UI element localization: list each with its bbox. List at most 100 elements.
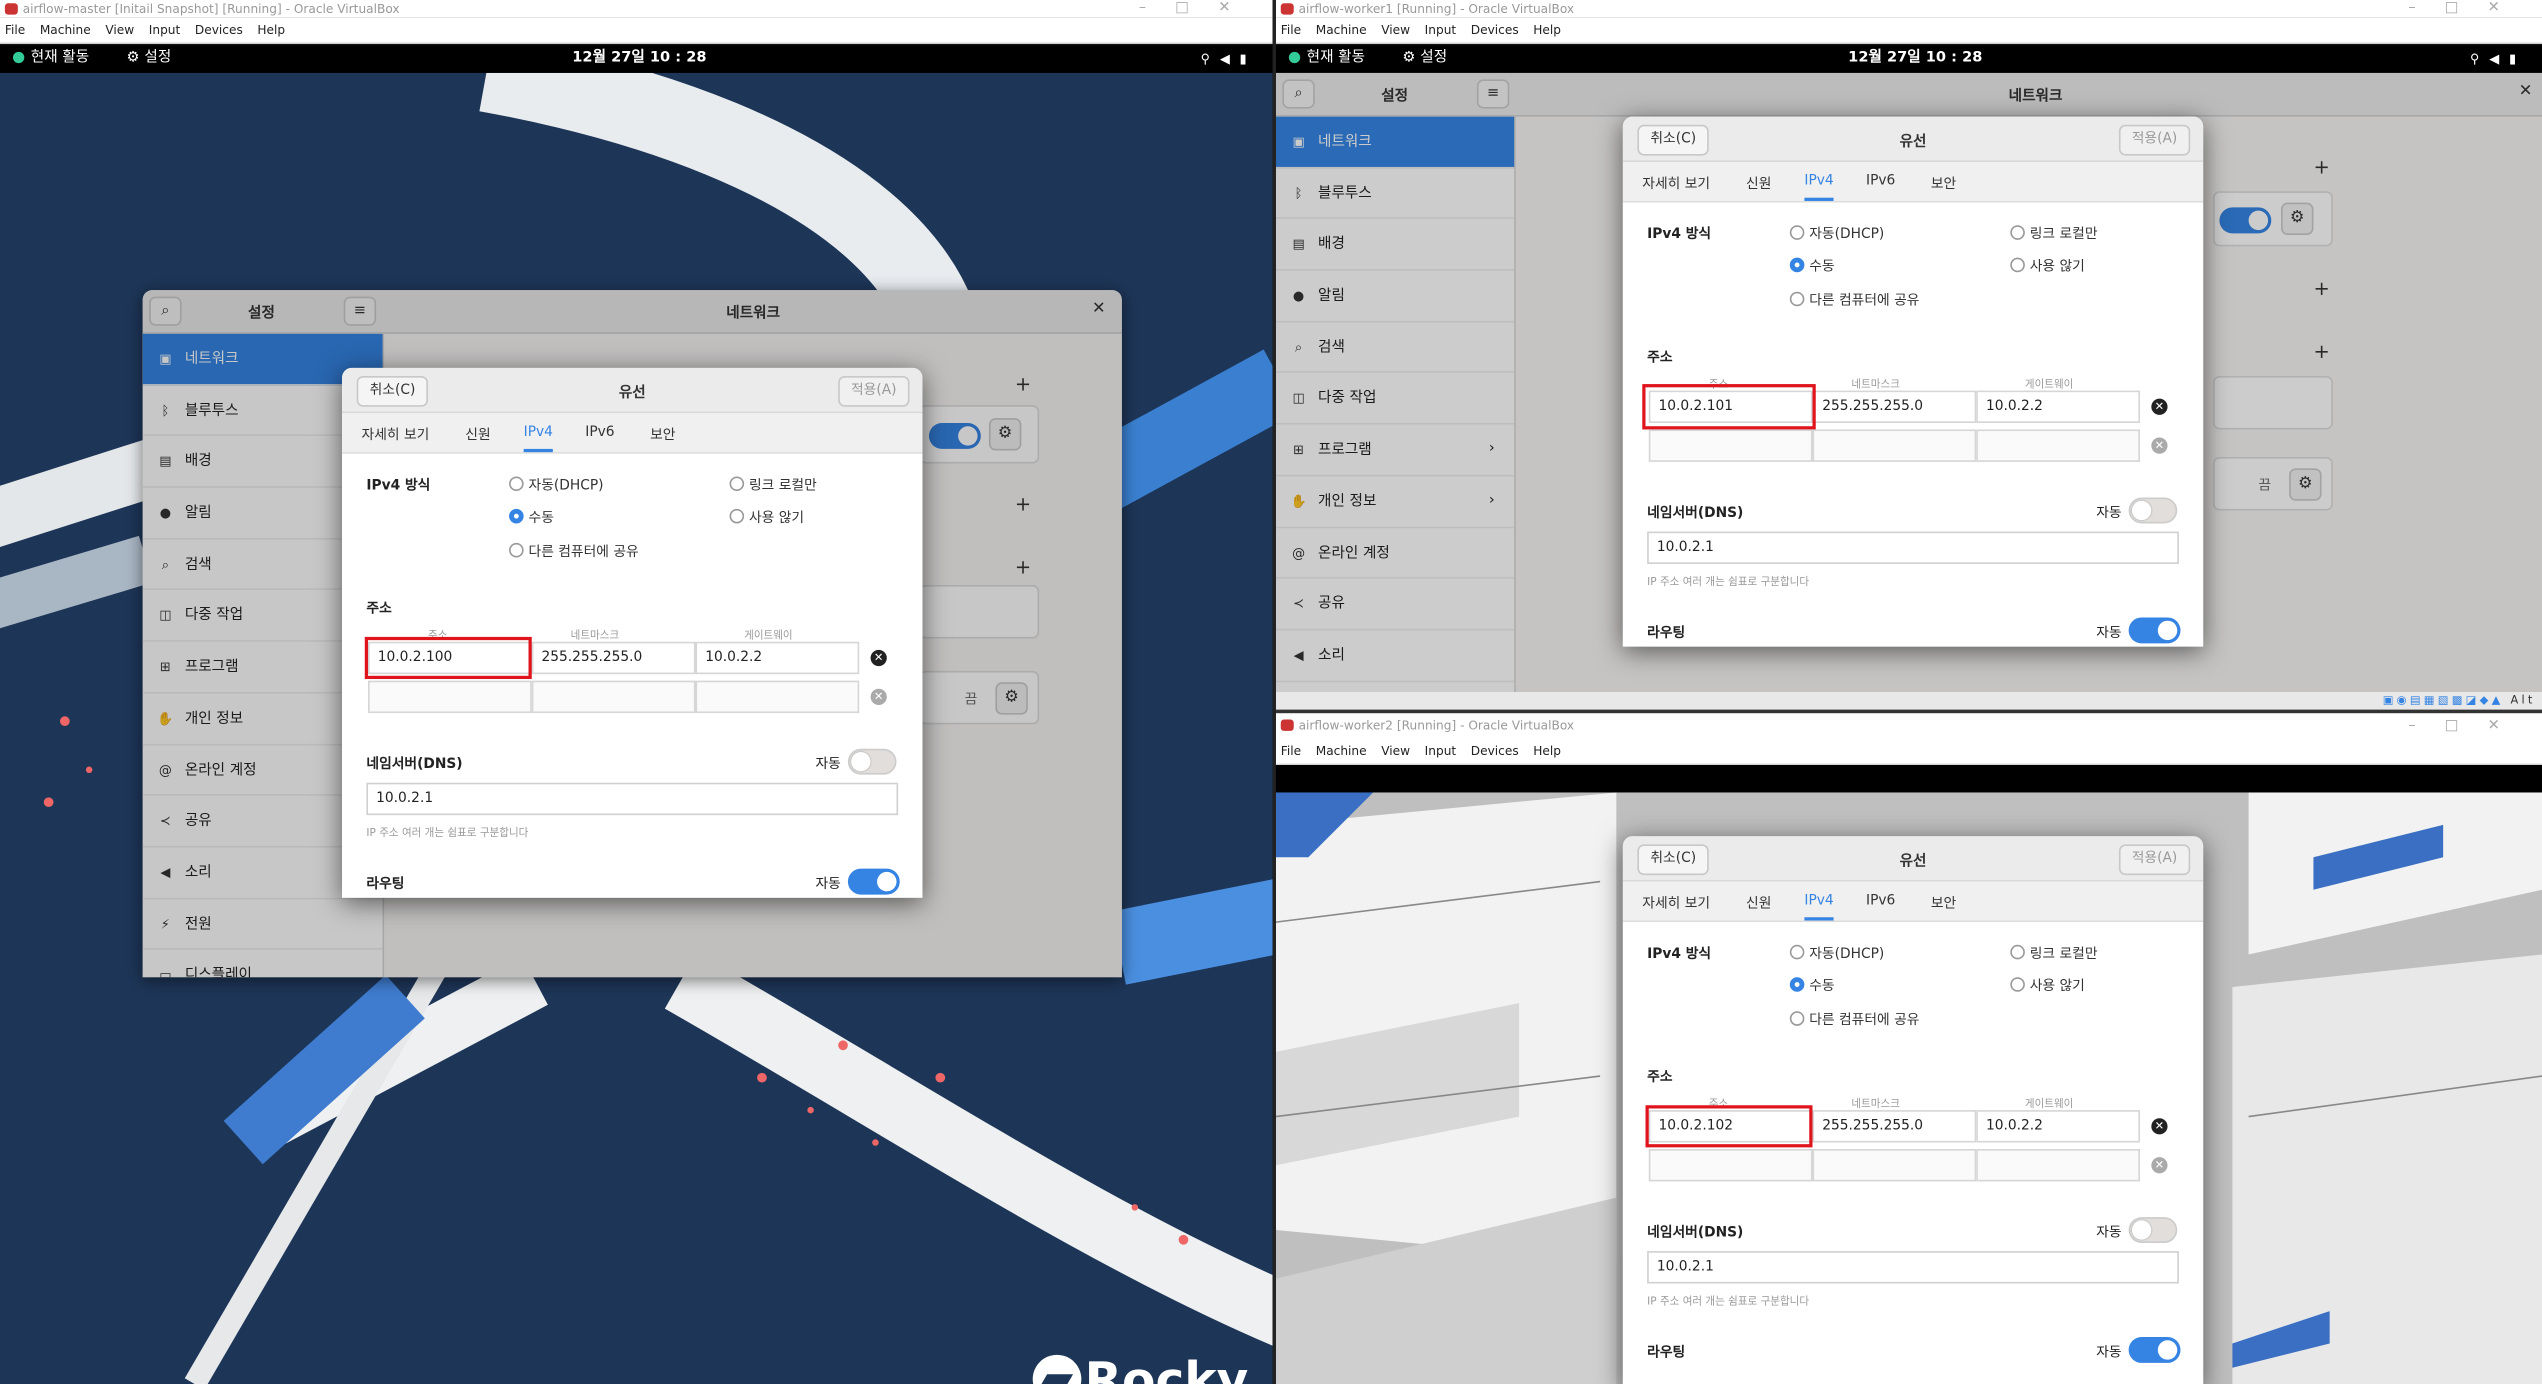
tab-identity[interactable]: 신원 [1746,173,1771,193]
tab-ipv4[interactable]: IPv4 [1804,173,1834,201]
sidebar-item-power[interactable]: ⚡ 전원 [142,899,383,951]
activities-button[interactable]: 현재 활동 [12,45,89,73]
proxy-settings-gear-icon[interactable]: ⚙ [995,682,1028,715]
netmask-input[interactable]: 255.255.255.0 [1812,1110,1977,1143]
sidebar-item-multitasking[interactable]: ◫ 다중 작업 [1275,373,1515,425]
dns-auto-toggle[interactable] [847,748,897,775]
gateway-input-empty[interactable] [1976,429,2140,462]
radio-dhcp[interactable]: 자동(DHCP) [1789,224,1884,243]
gateway-input-empty[interactable] [1976,1149,2140,1182]
wired-settings-gear-icon[interactable]: ⚙ [2281,202,2314,235]
netmask-input[interactable]: 255.255.255.0 [531,641,696,675]
sidebar-item-background[interactable]: ▤ 배경 [1275,219,1515,271]
statusbar-icons[interactable]: ▣◉▤▦▧▩◪◆▲ [2383,694,2504,707]
menu-devices[interactable]: Devices [195,23,243,38]
netmask-input-empty[interactable] [531,680,696,714]
dns-input[interactable]: 10.0.2.1 [366,782,899,816]
sidebar-item-display[interactable]: ▭ 디스플레이 [143,950,383,977]
netmask-input-empty[interactable] [1812,1149,1977,1182]
remove-address-icon[interactable]: ✕ [870,649,887,667]
address-input-empty[interactable] [1648,429,1813,462]
tab-security[interactable]: 보안 [1931,893,1956,912]
hamburger-menu-button[interactable]: ≡ [1476,79,1510,109]
netmask-input[interactable]: 255.255.255.0 [1812,390,1977,423]
radio-manual[interactable]: 수동 [509,507,554,527]
radio-disabled[interactable]: 사용 않기 [2010,976,2085,995]
wired-settings-gear-icon[interactable]: ⚙ [988,418,1022,451]
radio-manual[interactable]: 수동 [1789,976,1835,995]
tab-ipv6[interactable]: IPv6 [1866,173,1895,189]
routing-auto-toggle[interactable] [2128,1336,2181,1363]
menu-input[interactable]: Input [1425,23,1456,38]
window-controls[interactable]: –□✕ [2408,713,2529,739]
close-icon[interactable]: ✕ [1092,300,1106,318]
menu-devices[interactable]: Devices [1471,23,1519,38]
menu-file[interactable]: File [1281,744,1301,759]
add-connection-icon[interactable]: + [1015,373,1031,396]
clock[interactable]: 12월 27일 10 : 28 [572,45,706,73]
sidebar-item-online-accounts[interactable]: @ 온라인 계정 [1275,528,1515,579]
settings-app-menu[interactable]: ⚙ 설정 [1402,45,1447,73]
address-input-empty[interactable] [368,680,532,714]
add-vpn-icon[interactable]: + [2313,277,2329,300]
wired-toggle[interactable] [928,422,981,449]
tab-identity[interactable]: 신원 [465,425,490,444]
sidebar-item-sound[interactable]: ◀ 소리 [1275,630,1515,682]
sidebar-item-bluetooth[interactable]: ᛒ 블루투스 [1275,168,1515,220]
sidebar-item-notifications[interactable]: ● 알림 [1275,271,1515,323]
hamburger-menu-button[interactable]: ≡ [343,296,377,326]
tab-security[interactable]: 보안 [1931,173,1956,193]
tab-details[interactable]: 자세히 보기 [1642,173,1710,193]
routing-auto-toggle[interactable] [847,868,900,895]
apply-button[interactable]: 적용(A) [838,375,910,407]
radio-dhcp[interactable]: 자동(DHCP) [509,475,604,494]
apply-button[interactable]: 적용(A) [2118,844,2191,876]
radio-dhcp[interactable]: 자동(DHCP) [1789,943,1884,963]
dns-auto-toggle[interactable] [2128,497,2178,524]
menu-view[interactable]: View [1381,23,1410,38]
activities-button[interactable]: 현재 활동 [1288,45,1365,73]
system-tray[interactable]: ⚲◀▮ [1201,45,1257,73]
remove-address-icon[interactable]: ✕ [2151,1118,2168,1135]
apply-button[interactable]: 적용(A) [2118,124,2191,156]
menu-view[interactable]: View [105,23,134,38]
remove-empty-address-icon[interactable]: ✕ [870,688,887,705]
tab-ipv4[interactable]: IPv4 [1804,893,1834,921]
menu-machine[interactable]: Machine [1316,23,1367,38]
sidebar-item-privacy[interactable]: ✋ 개인 정보 › [1275,476,1515,528]
tab-security[interactable]: 보안 [650,425,675,444]
tab-ipv6[interactable]: IPv6 [585,425,614,441]
menu-machine[interactable]: Machine [40,23,91,38]
radio-disabled[interactable]: 사용 않기 [2010,256,2085,276]
radio-share[interactable]: 다른 컴퓨터에 공유 [509,541,639,561]
window-titlebar[interactable]: airflow-master [Initail Snapshot] [Runni… [0,0,1273,18]
menu-input[interactable]: Input [1425,744,1456,759]
routing-auto-toggle[interactable] [2128,617,2181,644]
gateway-input-empty[interactable] [695,680,860,714]
menu-help[interactable]: Help [1533,744,1561,759]
gateway-input[interactable]: 10.0.2.2 [1976,390,2140,423]
remove-address-icon[interactable]: ✕ [2151,398,2168,415]
radio-link-local[interactable]: 링크 로컬만 [2010,943,2098,963]
add-connection-icon[interactable]: + [2313,156,2329,179]
add-proxy-icon[interactable]: + [1015,556,1031,579]
add-vpn-icon[interactable]: + [1015,493,1031,516]
menu-help[interactable]: Help [1533,23,1561,38]
menu-input[interactable]: Input [149,23,180,38]
menu-machine[interactable]: Machine [1316,744,1367,759]
menu-help[interactable]: Help [257,23,285,38]
wired-toggle[interactable] [2219,207,2272,234]
address-input-empty[interactable] [1648,1149,1813,1182]
remove-empty-address-icon[interactable]: ✕ [2151,1157,2168,1174]
radio-link-local[interactable]: 링크 로컬만 [729,475,817,494]
radio-link-local[interactable]: 링크 로컬만 [2010,224,2098,243]
tab-details[interactable]: 자세히 보기 [362,425,430,444]
dns-input[interactable]: 10.0.2.1 [1647,1251,2179,1284]
radio-share[interactable]: 다른 컴퓨터에 공유 [1789,290,1919,310]
tab-ipv4[interactable]: IPv4 [523,425,553,453]
menu-view[interactable]: View [1381,744,1410,759]
gateway-input[interactable]: 10.0.2.2 [695,641,860,675]
proxy-settings-gear-icon[interactable]: ⚙ [2289,468,2322,501]
add-proxy-icon[interactable]: + [2313,340,2329,363]
search-button[interactable]: ⌕ [149,296,182,326]
